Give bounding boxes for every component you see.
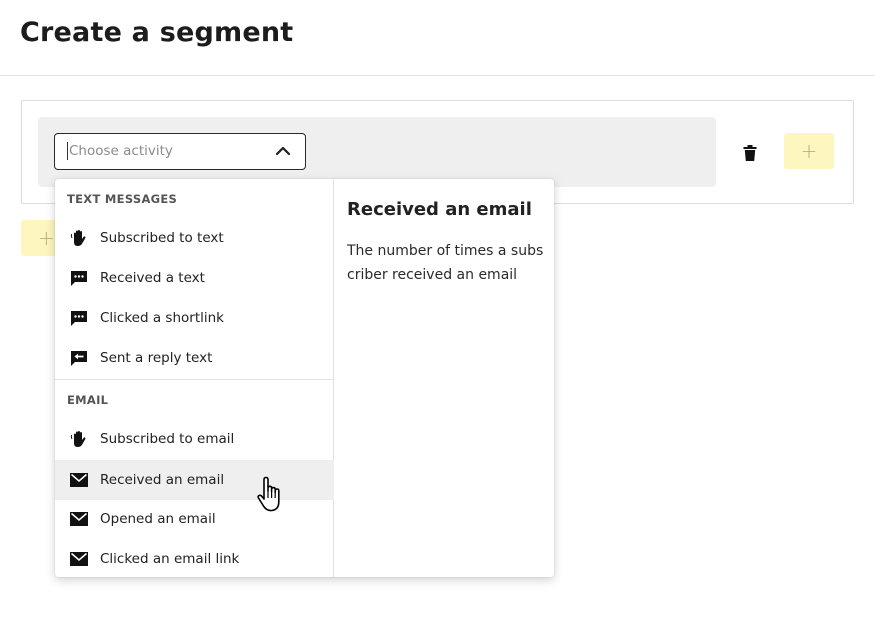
- reply-arrow-icon: [69, 348, 89, 368]
- option-received-an-email[interactable]: Received an email: [55, 460, 334, 500]
- activity-option-list: TEXT MESSAGES Subscribed to text Receive…: [55, 179, 334, 577]
- activity-input[interactable]: [67, 142, 257, 160]
- option-label: Received an email: [100, 472, 225, 488]
- detail-description: The number of times a subscriber receive…: [347, 243, 544, 283]
- option-label: Received a text: [100, 270, 205, 286]
- envelope-icon: [69, 509, 89, 529]
- condition-row: [38, 117, 716, 187]
- group-divider: [55, 379, 334, 380]
- add-condition-button[interactable]: +: [784, 133, 834, 169]
- activity-detail-pane: Received an email The number of times a …: [335, 179, 554, 577]
- option-label: Clicked a shortlink: [100, 310, 224, 326]
- option-sent-a-reply-text[interactable]: Sent a reply text: [55, 338, 334, 378]
- page-header: Create a segment: [0, 0, 875, 76]
- option-subscribed-to-email[interactable]: Subscribed to email: [55, 419, 334, 459]
- chat-bubble-icon: [69, 308, 89, 328]
- chevron-up-icon[interactable]: [275, 145, 291, 157]
- group-header-email: EMAIL: [67, 393, 109, 407]
- option-label: Subscribed to email: [100, 431, 235, 447]
- option-label: Clicked an email link: [100, 551, 240, 567]
- option-received-a-text[interactable]: Received a text: [55, 258, 334, 298]
- delete-button[interactable]: [738, 141, 762, 165]
- page-title: Create a segment: [20, 17, 294, 48]
- envelope-icon: [69, 470, 89, 490]
- activity-select[interactable]: [54, 133, 306, 170]
- wave-hand-icon: [69, 429, 89, 449]
- group-header-text-messages: TEXT MESSAGES: [67, 192, 178, 206]
- option-label: Subscribed to text: [100, 230, 224, 246]
- detail-title: Received an email: [347, 199, 532, 220]
- activity-dropdown: TEXT MESSAGES Subscribed to text Receive…: [55, 179, 554, 577]
- option-opened-an-email[interactable]: Opened an email: [55, 499, 334, 539]
- option-label: Opened an email: [100, 511, 216, 527]
- option-label: Sent a reply text: [100, 350, 213, 366]
- chat-bubble-icon: [69, 268, 89, 288]
- option-clicked-an-email-link[interactable]: Clicked an email link: [55, 539, 334, 577]
- envelope-icon: [69, 549, 89, 569]
- trash-icon: [743, 145, 757, 161]
- option-clicked-a-shortlink[interactable]: Clicked a shortlink: [55, 298, 334, 338]
- option-subscribed-to-text[interactable]: Subscribed to text: [55, 218, 334, 258]
- wave-hand-icon: [69, 228, 89, 248]
